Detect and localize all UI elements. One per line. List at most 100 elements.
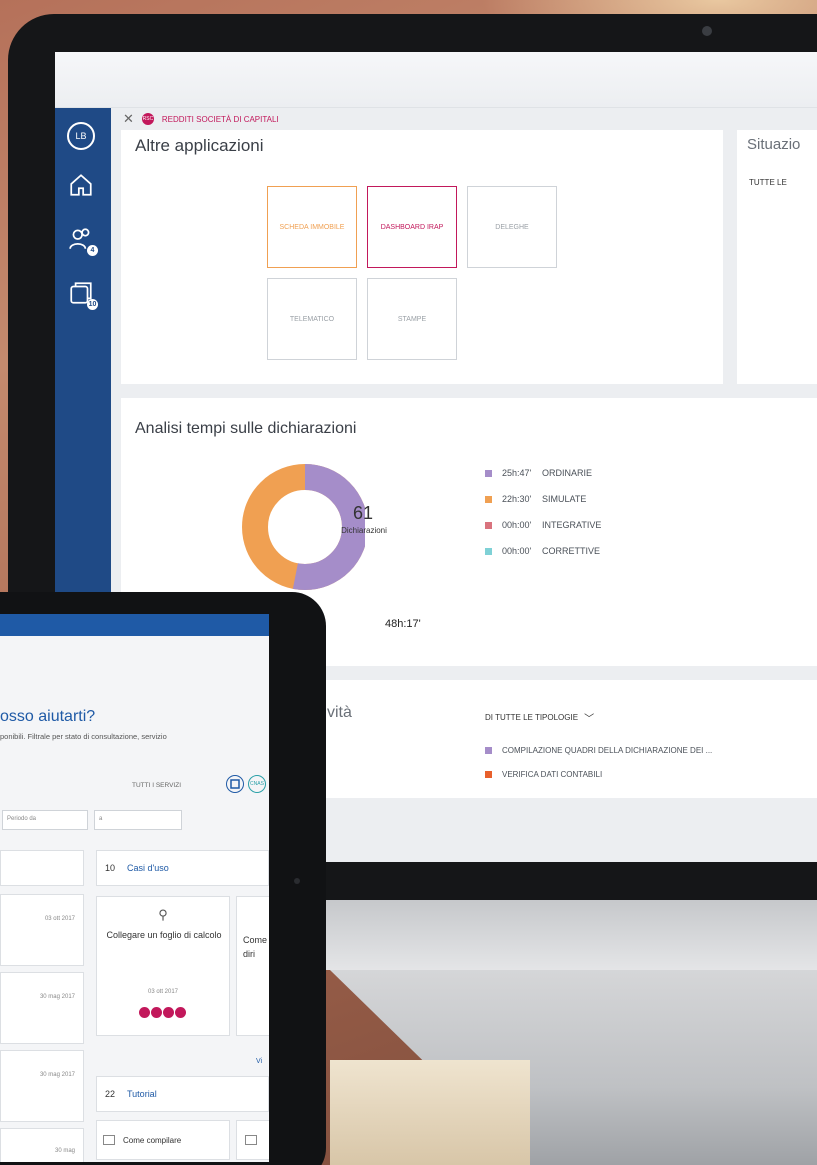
grid-view-toggle[interactable] (226, 775, 244, 793)
left-column-header (0, 850, 84, 886)
monitor-camera (702, 26, 712, 36)
situation-card-title: Situazio (747, 136, 801, 153)
windows-icon[interactable]: 10 (68, 280, 98, 310)
total-time: 48h:17' (385, 618, 421, 630)
legend-label: SIMULATE (542, 494, 587, 504)
activity-swatch (485, 771, 492, 778)
service-badge (151, 1007, 162, 1018)
donut-center-value: 61 (352, 503, 374, 523)
period-from-input[interactable]: Periodo da (2, 810, 88, 830)
legend-swatch (485, 469, 492, 477)
app-tile-stampe[interactable]: STAMPE (367, 278, 457, 360)
tablet-camera (294, 878, 300, 884)
app-tile-label: DELEGHE (495, 223, 529, 231)
legend-swatch (485, 495, 492, 503)
cnas-filter-badge[interactable]: CNAS (248, 775, 266, 793)
situation-card: Situazio TUTTE LE (737, 130, 817, 384)
legend-item: 00h:00' INTEGRATIVE (485, 520, 601, 530)
donut-right-pct: 53% (395, 516, 410, 523)
dropdown-value: DI TUTTE LE TIPOLOGIE (485, 713, 579, 722)
breadcrumb-label[interactable]: REDDITI SOCIETÀ DI CAPITALI (162, 115, 279, 124)
apps-card: Altre applicazioni SCHEDA IMMOBILE DASHB… (121, 130, 723, 384)
legend-swatch (485, 521, 492, 529)
use-cases-count: 10 (105, 863, 116, 873)
app-tile-telematico[interactable]: TELEMATICO (267, 278, 357, 360)
legend-time: 22h:30' (502, 494, 532, 504)
tutorial-item-title: Come compilare (123, 1135, 182, 1145)
legend-label: ORDINARIE (542, 468, 593, 478)
app-tile-label: TELEMATICO (289, 315, 335, 323)
list-item[interactable]: 30 mag (0, 1128, 84, 1162)
use-cases-label: Casi d'uso (127, 863, 169, 873)
help-subtitle: ponibili. Filtrale per stato di consulta… (0, 732, 167, 741)
tablet-screen: osso aiutarti? ponibili. Filtrale per st… (0, 614, 269, 1162)
tutorial-item[interactable] (236, 1120, 269, 1160)
activity-label: COMPILAZIONE QUADRI DELLA DICHIARAZIONE … (502, 746, 713, 755)
use-case-date: 03 ott 2017 (147, 989, 179, 995)
app-tile-deleghe[interactable]: DELEGHE (467, 186, 557, 268)
use-cases-header[interactable]: 10 Casi d'uso (96, 850, 269, 886)
list-item-date: 30 mag (54, 1148, 75, 1154)
service-dots (97, 1005, 229, 1023)
app-topbar (55, 52, 817, 108)
legend-item: 25h:47' ORDINARIE (485, 468, 592, 478)
activity-card-title: vità (327, 704, 352, 721)
legend-item: 00h:00' CORRETTIVE (485, 546, 600, 556)
services-filter-label[interactable]: TUTTI I SERVIZI (132, 782, 181, 789)
tutorial-label: Tutorial (127, 1089, 157, 1099)
help-title: osso aiutarti? (0, 708, 96, 725)
legend-swatch (485, 547, 492, 555)
monitor-chin (316, 900, 817, 970)
analysis-card-title: Analisi tempi sulle dichiarazioni (135, 420, 357, 437)
rsc-badge: RSC (141, 113, 154, 125)
app-tile-scheda-immobile[interactable]: SCHEDA IMMOBILE (267, 186, 357, 268)
users-badge: 4 (87, 245, 98, 256)
tutorial-item[interactable]: Come compilare (96, 1120, 230, 1160)
close-icon[interactable]: ✕ (123, 111, 134, 127)
list-item[interactable]: 03 ott 2017 (0, 894, 84, 966)
legend-label: CORRETTIVE (542, 546, 601, 556)
legend-time: 00h:00' (502, 520, 532, 530)
breadcrumb: ✕ RSC REDDITI SOCIETÀ DI CAPITALI (123, 110, 279, 128)
activity-item[interactable]: COMPILAZIONE QUADRI DELLA DICHIARAZIONE … (485, 746, 712, 755)
use-case-title: Collegare un foglio di calcolo (106, 930, 222, 940)
legend-item: 22h:30' SIMULATE (485, 494, 586, 504)
app-tile-dashboard-irap[interactable]: DASHBOARD IRAP (367, 186, 457, 268)
donut-center-label: Dichiarazioni (341, 526, 387, 535)
users-icon[interactable]: 4 (68, 226, 98, 256)
legend-label: INTEGRATIVE (542, 520, 602, 530)
service-badge (175, 1007, 186, 1018)
home-icon[interactable] (68, 172, 96, 200)
legend-time: 00h:00' (502, 546, 532, 556)
list-item-date: 30 mag 2017 (39, 994, 75, 1000)
user-avatar[interactable]: LB (67, 122, 95, 150)
activity-type-dropdown[interactable]: DI TUTTE LE TIPOLOGIE ﹀ (485, 710, 594, 725)
tutorial-count: 22 (105, 1089, 116, 1099)
service-badge (139, 1007, 150, 1018)
app-tile-label: SCHEDA IMMOBILE (279, 223, 345, 231)
windows-badge: 10 (87, 299, 98, 310)
list-item-date: 03 ott 2017 (44, 916, 75, 922)
document-icon (245, 1135, 257, 1145)
chevron-down-icon: ﹀ (584, 714, 595, 725)
donut-left-pct: 47% (287, 514, 302, 521)
period-to-input[interactable]: a (94, 810, 182, 830)
list-item[interactable]: 30 mag 2017 (0, 1050, 84, 1122)
activity-label: VERIFICA DATI CONTABILI (502, 770, 603, 779)
app-tile-label: DASHBOARD IRAP (380, 223, 444, 231)
see-more-link[interactable]: Vi (256, 1058, 262, 1065)
desk-surface (330, 1060, 530, 1165)
use-case-card[interactable]: ⚲ Collegare un foglio di calcolo 03 ott … (96, 896, 230, 1036)
activity-item[interactable]: VERIFICA DATI CONTABILI (485, 770, 602, 779)
apps-card-title: Altre applicazioni (135, 136, 264, 155)
service-badge (163, 1007, 174, 1018)
list-item[interactable]: 30 mag 2017 (0, 972, 84, 1044)
situation-filter[interactable]: TUTTE LE (749, 178, 787, 187)
search-icon: ⚲ (158, 907, 168, 922)
list-item-date: 30 mag 2017 (39, 1072, 75, 1078)
tablet-header-bar (0, 614, 269, 636)
tutorial-header[interactable]: 22 Tutorial (96, 1076, 269, 1112)
activity-swatch (485, 747, 492, 754)
use-case-card[interactable]: Come diri (236, 896, 269, 1036)
app-tile-label: STAMPE (397, 315, 427, 323)
